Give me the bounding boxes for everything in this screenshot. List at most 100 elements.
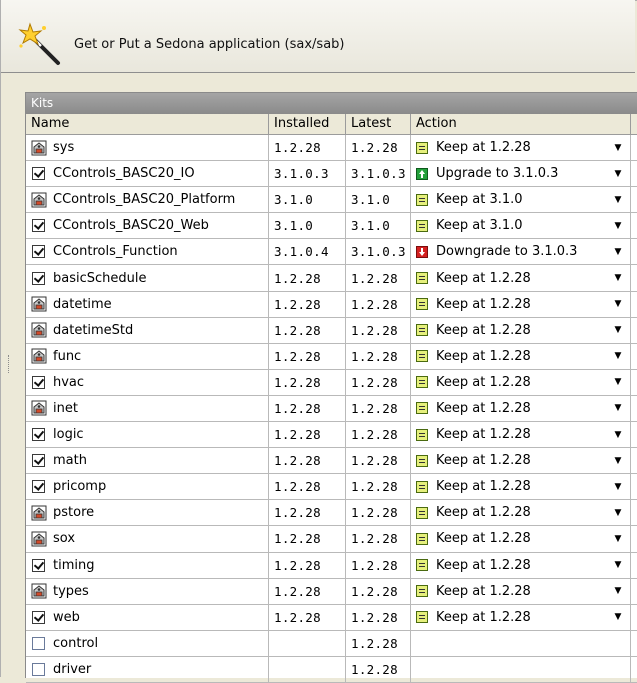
kit-name-cell: CControls_Function [26, 239, 269, 265]
keep-icon [416, 324, 428, 337]
table-row[interactable]: CControls_Function 3.1.0.4 3.1.0.3 Downgrad… [26, 239, 637, 266]
column-header-action[interactable]: Action [411, 114, 631, 134]
dropdown-arrow-icon[interactable]: ▼ [610, 169, 626, 179]
table-row[interactable]: datetime 1.2.28 1.2.28 Keep at 1.2.28 ▼ [26, 291, 637, 318]
kit-checkbox-checked[interactable] [32, 428, 45, 442]
keep-icon [416, 298, 428, 311]
table-row[interactable]: driver 1.2.28 [26, 656, 637, 683]
table-row[interactable]: basicSchedule 1.2.28 1.2.28 Keep at 1.2.28 ▼ [26, 265, 637, 292]
latest-version: 1.2.28 [346, 317, 411, 343]
dropdown-arrow-icon[interactable]: ▼ [610, 560, 626, 570]
installed-version: 1.2.28 [269, 552, 346, 578]
action-select[interactable]: Keep at 3.1.0 ▼ [411, 187, 631, 213]
table-row[interactable]: types 1.2.28 1.2.28 Keep at 1.2.28 ▼ [26, 578, 637, 605]
dropdown-arrow-icon[interactable]: ▼ [610, 403, 626, 413]
action-select[interactable]: Upgrade to 3.1.0.3 ▼ [411, 161, 631, 187]
table-row[interactable]: CControls_BASC20_IO 3.1.0.3 3.1.0.3 Upgrade… [26, 161, 637, 188]
kit-checkbox-unchecked[interactable] [32, 636, 45, 650]
table-row[interactable]: datetimeStd 1.2.28 1.2.28 Keep at 1.2.28 ▼ [26, 317, 637, 344]
action-select[interactable]: Keep at 1.2.28 ▼ [411, 578, 631, 604]
kit-checkbox-checked[interactable] [32, 167, 45, 181]
kit-name-cell: datetime [26, 291, 269, 317]
dropdown-arrow-icon[interactable]: ▼ [610, 143, 626, 153]
dropdown-arrow-icon[interactable]: ▼ [610, 195, 626, 205]
table-row[interactable]: timing 1.2.28 1.2.28 Keep at 1.2.28 ▼ [26, 552, 637, 579]
kit-checkbox-checked[interactable] [32, 219, 45, 233]
kit-checkbox-checked[interactable] [32, 271, 45, 285]
dropdown-arrow-icon[interactable]: ▼ [610, 534, 626, 544]
table-row[interactable]: pstore 1.2.28 1.2.28 Keep at 1.2.28 ▼ [26, 500, 637, 527]
table-row[interactable]: web 1.2.28 1.2.28 Keep at 1.2.28 ▼ [26, 604, 637, 631]
dropdown-arrow-icon[interactable]: ▼ [610, 273, 626, 283]
column-header-filler [631, 114, 637, 134]
table-row[interactable]: hvac 1.2.28 1.2.28 Keep at 1.2.28 ▼ [26, 369, 637, 396]
dropdown-arrow-icon[interactable]: ▼ [610, 351, 626, 361]
column-header-name[interactable]: Name [26, 114, 269, 134]
splitter-grip[interactable] [8, 355, 12, 373]
action-select[interactable]: Keep at 1.2.28 ▼ [411, 343, 631, 369]
dropdown-arrow-icon[interactable]: ▼ [610, 299, 626, 309]
action-select[interactable]: Keep at 1.2.28 ▼ [411, 448, 631, 474]
kit-name-cell: inet [26, 395, 269, 422]
keep-icon [416, 506, 428, 519]
action-select[interactable]: Keep at 3.1.0 ▼ [411, 213, 631, 239]
table-row[interactable]: logic 1.2.28 1.2.28 Keep at 1.2.28 ▼ [26, 422, 637, 449]
kit-name-cell: CControls_BASC20_Platform [26, 187, 269, 213]
column-header-installed[interactable]: Installed [269, 114, 346, 134]
action-select[interactable]: Keep at 1.2.28 ▼ [411, 604, 631, 630]
table-row[interactable]: pricomp 1.2.28 1.2.28 Keep at 1.2.28 ▼ [26, 474, 637, 501]
table-row[interactable]: func 1.2.28 1.2.28 Keep at 1.2.28 ▼ [26, 343, 637, 370]
latest-version: 3.1.0 [346, 187, 411, 213]
action-select[interactable]: Keep at 1.2.28 ▼ [411, 369, 631, 395]
dropdown-arrow-icon[interactable]: ▼ [610, 221, 626, 231]
kit-checkbox-checked[interactable] [32, 558, 45, 572]
dropdown-arrow-icon[interactable]: ▼ [610, 325, 626, 335]
action-select[interactable]: Keep at 1.2.28 ▼ [411, 265, 631, 291]
action-select[interactable]: Keep at 1.2.28 ▼ [411, 422, 631, 448]
row-filler [631, 500, 637, 525]
action-select[interactable]: Downgrade to 3.1.0.3 ▼ [411, 239, 631, 265]
action-select[interactable]: Keep at 1.2.28 ▼ [411, 395, 631, 422]
action-select[interactable]: Keep at 1.2.28 ▼ [411, 317, 631, 343]
dropdown-arrow-icon[interactable]: ▼ [610, 430, 626, 440]
table-row[interactable]: control 1.2.28 [26, 630, 637, 657]
table-row[interactable]: CControls_BASC20_Platform 3.1.0 3.1.0 Keep … [26, 187, 637, 214]
kit-name-cell: sox [26, 526, 269, 552]
action-select[interactable]: Keep at 1.2.28 ▼ [411, 474, 631, 500]
kit-checkbox-unchecked[interactable] [32, 662, 45, 676]
installed-version: 3.1.0 [269, 187, 346, 213]
dropdown-arrow-icon[interactable]: ▼ [610, 456, 626, 466]
dropdown-arrow-icon[interactable]: ▼ [610, 586, 626, 596]
dropdown-arrow-icon[interactable]: ▼ [610, 377, 626, 387]
table-row[interactable]: sox 1.2.28 1.2.28 Keep at 1.2.28 ▼ [26, 526, 637, 553]
row-filler [631, 631, 637, 656]
table-row[interactable]: math 1.2.28 1.2.28 Keep at 1.2.28 ▼ [26, 448, 637, 475]
kit-name: driver [53, 661, 92, 677]
kit-checkbox-checked[interactable] [32, 480, 45, 494]
keep-icon [416, 376, 428, 389]
kit-checkbox-checked[interactable] [32, 610, 45, 624]
action-select[interactable]: Keep at 1.2.28 ▼ [411, 500, 631, 526]
dropdown-arrow-icon[interactable]: ▼ [610, 508, 626, 518]
table-row[interactable]: CControls_BASC20_Web 3.1.0 3.1.0 Keep at 3.… [26, 213, 637, 240]
latest-version: 1.2.28 [346, 578, 411, 604]
action-select[interactable]: Keep at 1.2.28 ▼ [411, 526, 631, 552]
table-row[interactable]: inet 1.2.28 1.2.28 Keep at 1.2.28 ▼ [26, 395, 637, 423]
keep-icon [416, 611, 428, 624]
dropdown-arrow-icon[interactable]: ▼ [610, 247, 626, 257]
column-header-latest[interactable]: Latest [346, 114, 411, 134]
locked-kit-icon [31, 322, 47, 338]
action-select[interactable]: Keep at 1.2.28 ▼ [411, 135, 631, 161]
table-row[interactable]: sys 1.2.28 1.2.28 Keep at 1.2.28 ▼ [26, 135, 637, 162]
action-select[interactable]: Keep at 1.2.28 ▼ [411, 291, 631, 317]
kit-checkbox-checked[interactable] [32, 245, 45, 259]
row-filler [631, 474, 637, 499]
kit-name: pstore [53, 505, 95, 521]
kit-name-cell: math [26, 448, 269, 474]
action-select[interactable]: Keep at 1.2.28 ▼ [411, 552, 631, 578]
dropdown-arrow-icon[interactable]: ▼ [610, 612, 626, 622]
kit-name: CControls_BASC20_Platform [53, 192, 236, 208]
dropdown-arrow-icon[interactable]: ▼ [610, 482, 626, 492]
kit-checkbox-checked[interactable] [32, 375, 45, 389]
kit-checkbox-checked[interactable] [32, 454, 45, 468]
